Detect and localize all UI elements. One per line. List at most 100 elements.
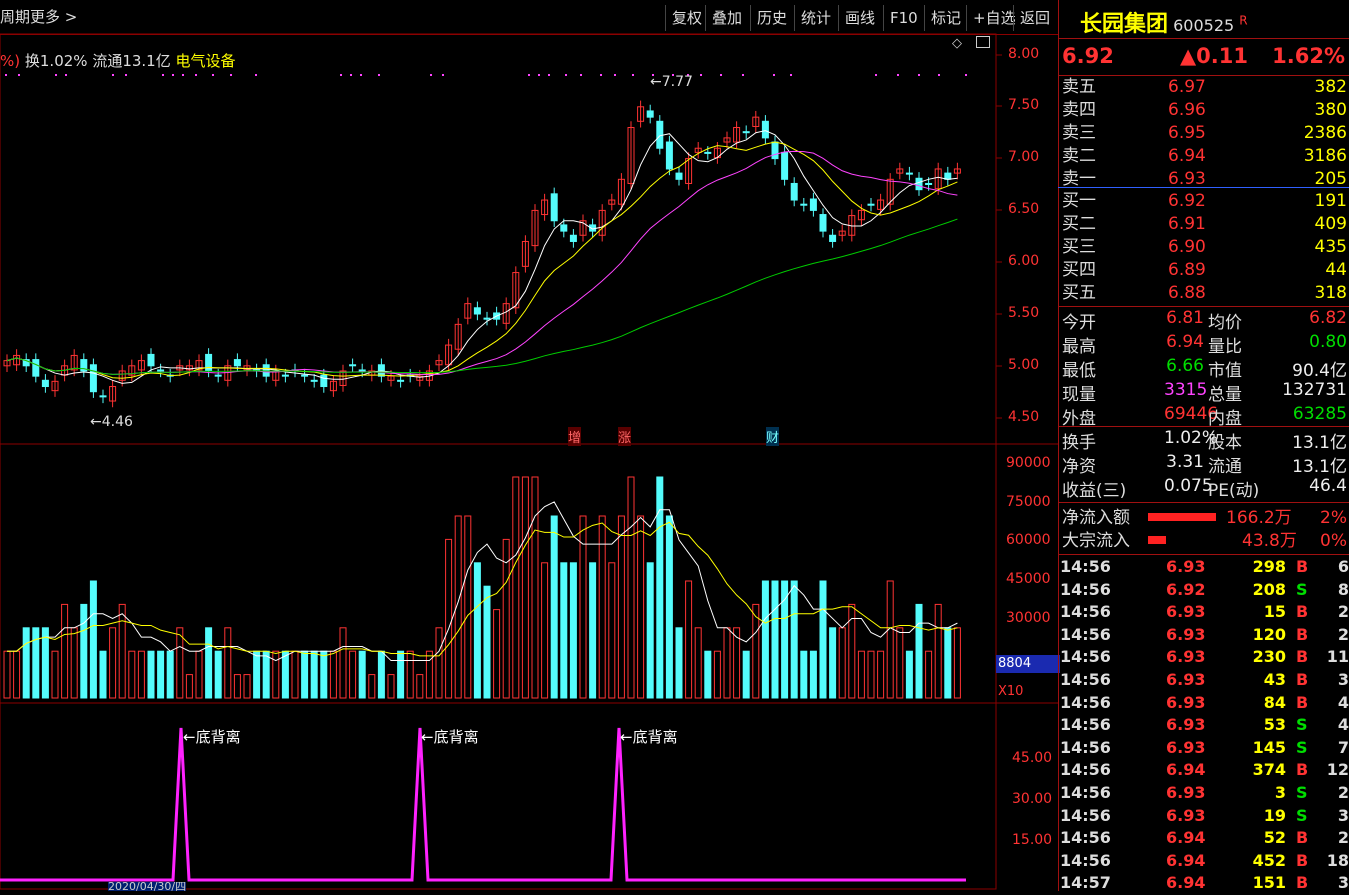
signal-dot	[918, 74, 920, 76]
candle-body	[157, 369, 165, 372]
volume-ma10-line	[7, 521, 958, 657]
tick-time: 14:56	[1060, 828, 1111, 848]
marker-zhang[interactable]: 涨	[618, 427, 632, 446]
volume-bar	[704, 650, 712, 699]
price-axis-label: 7.00	[1008, 149, 1040, 165]
tick-price: 6.93	[1166, 647, 1206, 667]
stat-label: 现量	[1062, 385, 1096, 405]
window-toggle-icon[interactable]	[976, 36, 990, 48]
indicator-curve	[0, 727, 966, 882]
book-divider	[1058, 187, 1349, 188]
volume-bar	[896, 627, 904, 699]
stat-label: 流通	[1208, 457, 1242, 477]
volume-bar	[41, 627, 49, 699]
volume-bar	[829, 627, 837, 699]
divergence-label: ←底背离	[421, 728, 479, 746]
tick-price: 6.92	[1166, 579, 1206, 599]
tick-count: 6	[1337, 557, 1349, 576]
divergence-label: ←底背离	[620, 728, 678, 746]
signal-dot	[230, 74, 232, 76]
f10-button[interactable]: F10	[883, 5, 924, 31]
volume-bar	[464, 515, 472, 699]
stat-value: 63285	[1292, 404, 1347, 424]
tick-direction: S	[1296, 783, 1308, 802]
back-button[interactable]: 返回	[1013, 5, 1056, 31]
tick-direction: B	[1296, 624, 1309, 644]
stats-row: 收益(三) 0.075 PE(动) 46.4	[1060, 476, 1349, 501]
book-price: 6.88	[1168, 283, 1206, 303]
overlay-button[interactable]: 叠加	[705, 5, 748, 31]
volume-bar	[790, 580, 798, 699]
period-menu[interactable]: 周期	[0, 6, 30, 27]
stat-value: 69446	[1164, 404, 1219, 424]
ask-row: 卖四 6.96 380	[1060, 99, 1349, 121]
marker-cai[interactable]: 财	[766, 427, 780, 446]
stats-row: 净资 3.31 流通 13.1亿	[1060, 452, 1349, 477]
tick-row: 14:56 6.93 53 S 4	[1060, 715, 1349, 737]
tick-time: 14:56	[1060, 783, 1111, 802]
candle-body	[819, 214, 827, 232]
volume-bar	[80, 603, 88, 699]
stat-value: 1.02%	[1164, 428, 1219, 448]
book-volume: 3186	[1303, 146, 1347, 166]
low-price-value: 4.46	[101, 414, 133, 430]
candle-body	[809, 198, 817, 211]
tick-direction: S	[1296, 715, 1308, 735]
draw-line-button[interactable]: 画线	[838, 5, 881, 31]
tick-volume: 208	[1252, 579, 1286, 599]
fuquan-button[interactable]: 复权	[665, 5, 708, 31]
volume-bar	[416, 674, 424, 699]
volume-bars	[3, 476, 961, 699]
tick-count: 2	[1337, 602, 1349, 622]
candle-body	[147, 353, 155, 367]
candle-body	[214, 374, 222, 377]
divergence-label: ←底背离	[183, 728, 241, 746]
signal-dot	[875, 74, 877, 76]
mark-button[interactable]: 标记	[924, 5, 967, 31]
ask-row: 卖二 6.94 3186	[1060, 145, 1349, 167]
statistics-button[interactable]: 统计	[794, 5, 837, 31]
signal-dot	[700, 74, 702, 76]
volume-axis-label: 75000	[1006, 494, 1051, 510]
book-label: 买一	[1062, 191, 1096, 211]
indicator-axis-label: 45.00	[1012, 750, 1053, 766]
volume-axis-label: 30000	[1006, 610, 1051, 626]
stat-value: 6.81	[1166, 308, 1204, 328]
candlesticks	[3, 100, 961, 408]
net-inflow-label: 净流入额	[1062, 508, 1130, 528]
volume-bar	[685, 580, 693, 699]
divergence-text: 底背离	[632, 728, 678, 746]
tick-volume: 230	[1252, 647, 1286, 667]
candle-body	[89, 364, 97, 393]
candle-body	[665, 141, 673, 170]
diamond-icon[interactable]: ◇	[952, 36, 962, 51]
tick-direction: B	[1296, 850, 1309, 870]
volume-bar	[272, 650, 280, 699]
signal-dot	[18, 74, 20, 76]
candle-body	[99, 395, 107, 398]
tick-direction: B	[1296, 670, 1309, 689]
candle-body	[867, 203, 875, 206]
volume-bar	[61, 603, 69, 699]
volume-bar	[905, 650, 913, 699]
tick-volume: 452	[1252, 850, 1286, 870]
volume-bar	[310, 650, 318, 699]
stat-value: 13.1亿	[1292, 457, 1347, 477]
volume-bar	[493, 609, 501, 699]
tick-volume: 120	[1252, 624, 1286, 644]
net-inflow-row: 净流入额 166.2万 2%	[1060, 507, 1349, 529]
tick-count: 4	[1337, 715, 1349, 735]
volume-bar	[22, 627, 30, 699]
kline-chart-area[interactable]	[0, 0, 1058, 891]
volume-bar	[560, 562, 568, 699]
tick-count: 3	[1337, 805, 1349, 825]
marker-zeng[interactable]: 增	[568, 427, 582, 446]
tick-volume: 298	[1252, 557, 1286, 576]
history-button[interactable]: 历史	[750, 5, 793, 31]
more-menu[interactable]: 更多 >	[30, 6, 77, 27]
book-volume: 435	[1314, 237, 1347, 257]
candle-body	[905, 172, 913, 175]
candle-body	[656, 120, 664, 149]
price-row: 6.92 ▲0.11 1.62%	[1060, 44, 1349, 70]
book-volume: 380	[1314, 100, 1347, 120]
